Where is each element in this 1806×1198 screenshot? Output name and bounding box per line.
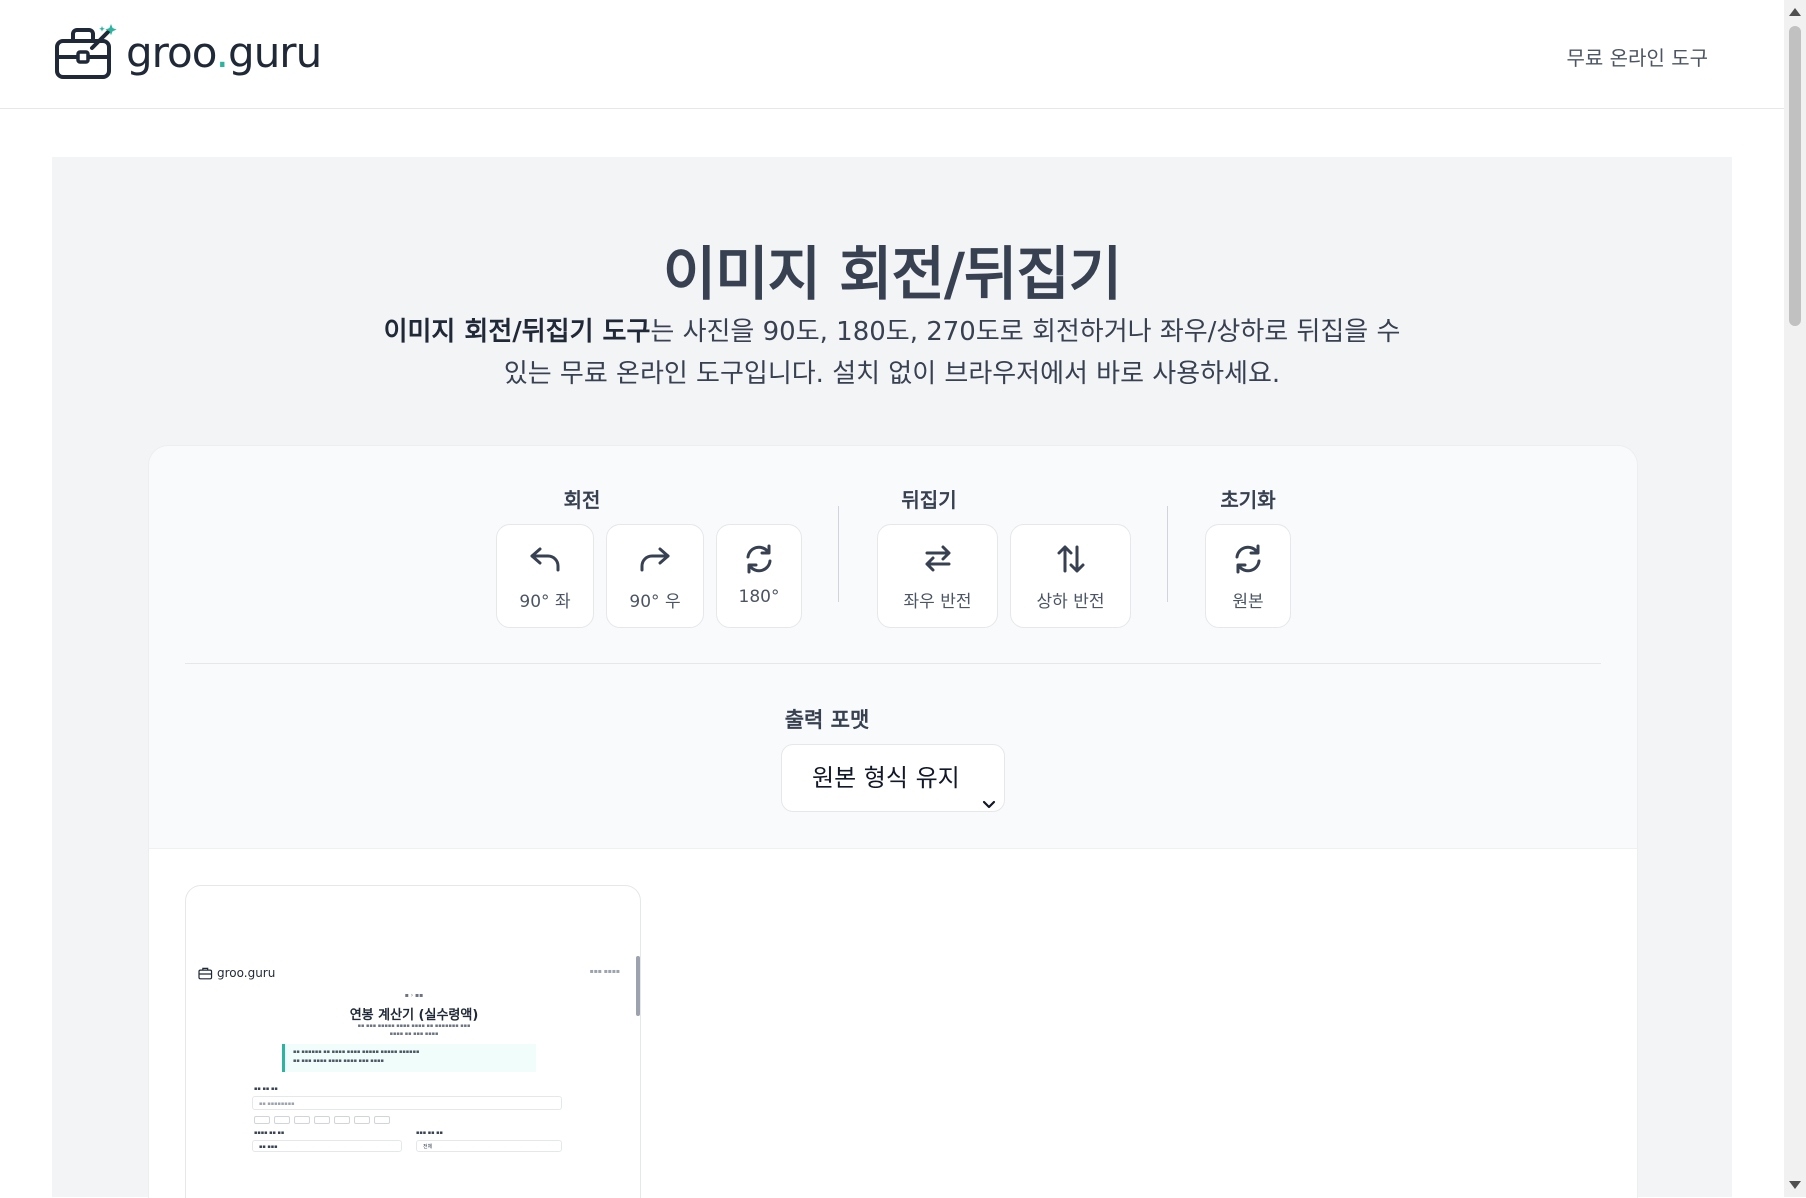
flip-group-label: 뒤집기	[901, 488, 957, 512]
image-preview-card[interactable]: groo.guru ▪▪▪ ▪▪▪▪ ▪ › ▪▪ 연봉 계산기 (실수령액) …	[185, 885, 641, 1198]
rotate-left-button[interactable]: 90° 좌	[496, 524, 594, 628]
reset-original-label: 원본	[1232, 592, 1264, 612]
site-logo[interactable]: groo.guru	[54, 24, 322, 82]
reset-icon	[1232, 543, 1264, 579]
logo-text-main: groo	[126, 28, 217, 77]
flip-vertical-label: 상하 반전	[1036, 592, 1105, 612]
toolbox-icon	[55, 24, 117, 79]
scroll-up-arrow-icon[interactable]	[1789, 8, 1801, 16]
reset-group-label: 초기화	[1220, 488, 1276, 512]
preview-subtitle: ▪▪ ▪▪▪ ▪▪▪▪▪ ▪▪▪▪ ▪▪▪▪ ▪▪ ▪▪▪▪▪▪▪ ▪▪▪ ▪▪▪…	[357, 1023, 471, 1037]
page-scrollbar[interactable]	[1784, 0, 1806, 1197]
rotate-right-label: 90° 우	[629, 592, 681, 612]
page-title: 이미지 회전/뒤집기	[662, 240, 1122, 308]
preview-chip	[354, 1116, 370, 1124]
preview-title: 연봉 계산기 (실수령액)	[349, 1008, 479, 1023]
output-format-label: 출력 포맷	[784, 708, 870, 732]
scroll-down-arrow-icon[interactable]	[1789, 1181, 1801, 1189]
preview-input: ▪▪ ▪▪▪▪▪▪▪▪	[252, 1096, 562, 1110]
site-header: groo.guru 무료 온라인 도구	[0, 0, 1784, 109]
logo-text: groo.guru	[126, 32, 322, 74]
rotate-180-label: 180°	[738, 587, 780, 607]
output-format-value: 원본 형식 유지	[812, 764, 960, 792]
result-area: groo.guru ▪▪▪ ▪▪▪▪ ▪ › ▪▪ 연봉 계산기 (실수령액) …	[149, 848, 1637, 1198]
section-divider	[185, 663, 1601, 664]
preview-note: ▪▪ ▪▪▪▪▪▪ ▪▪ ▪▪▪▪ ▪▪▪▪ ▪▪▪▪▪ ▪▪▪▪▪ ▪▪▪▪▪…	[282, 1044, 536, 1072]
preview-breadcrumb: ▪ › ▪▪	[404, 992, 424, 999]
page-description: 이미지 회전/뒤집기 도구는 사진을 90도, 180도, 270도로 회전하거…	[382, 311, 1402, 395]
chevron-down-icon	[982, 771, 996, 837]
rotate-180-icon	[743, 543, 775, 579]
preview-chip	[274, 1116, 290, 1124]
preview-chip	[374, 1116, 390, 1124]
flip-horizontal-icon	[921, 543, 955, 577]
scroll-thumb[interactable]	[1789, 26, 1801, 326]
flip-vertical-button[interactable]: 상하 반전	[1010, 524, 1131, 628]
preview-chip	[314, 1116, 330, 1124]
preview-nav-link: ▪▪▪ ▪▪▪▪	[589, 968, 620, 975]
rotate-group-label: 회전	[563, 488, 601, 512]
group-divider	[838, 506, 839, 602]
preview-chips	[254, 1116, 390, 1124]
preview-select: ▪▪ ▪▪▪	[252, 1140, 402, 1152]
logo-text-dot: .	[215, 28, 229, 77]
preview-chip	[254, 1116, 270, 1124]
main-panel: 이미지 회전/뒤집기 이미지 회전/뒤집기 도구는 사진을 90도, 180도,…	[52, 157, 1732, 1198]
logo-text-tail: guru	[228, 28, 322, 77]
preview-chip	[294, 1116, 310, 1124]
rotate-right-icon	[638, 543, 672, 577]
tool-card: 회전 90° 좌 90° 우 180° 뒤집기 좌우 반전 상하 반전 초기화 …	[148, 445, 1638, 1198]
group-divider	[1167, 506, 1168, 602]
output-format-select[interactable]: 원본 형식 유지	[781, 744, 1005, 812]
preview-select: 전체	[416, 1140, 562, 1152]
flip-vertical-icon	[1054, 543, 1088, 579]
preview-select-label: ▪▪▪ ▪▪ ▪▪	[416, 1130, 443, 1136]
description-bold: 이미지 회전/뒤집기 도구	[383, 317, 651, 347]
reset-original-button[interactable]: 원본	[1205, 524, 1291, 628]
rotate-180-button[interactable]: 180°	[716, 524, 802, 628]
flip-horizontal-label: 좌우 반전	[903, 592, 972, 612]
rotate-left-label: 90° 좌	[519, 592, 571, 612]
image-preview: groo.guru ▪▪▪ ▪▪▪▪ ▪ › ▪▪ 연봉 계산기 (실수령액) …	[186, 956, 640, 1198]
preview-chip	[334, 1116, 350, 1124]
preview-select-label: ▪▪▪▪ ▪▪ ▪▪	[254, 1130, 285, 1136]
rotate-left-icon	[528, 543, 562, 577]
rotate-right-button[interactable]: 90° 우	[606, 524, 704, 628]
preview-logo-text: groo.guru	[217, 966, 276, 980]
preview-form-label: ▪▪ ▪▪ ▪▪	[254, 1086, 278, 1092]
flip-horizontal-button[interactable]: 좌우 반전	[877, 524, 998, 628]
preview-logo: groo.guru	[198, 966, 275, 980]
nav-free-tools-link[interactable]: 무료 온라인 도구	[1566, 42, 1708, 71]
preview-toolbox-icon	[198, 967, 213, 980]
